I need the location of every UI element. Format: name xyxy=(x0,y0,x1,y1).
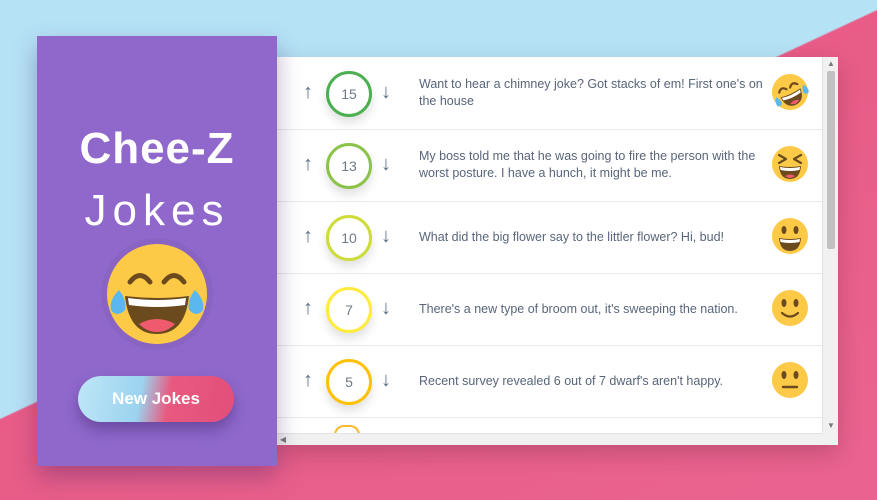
upvote-button[interactable]: ↑ xyxy=(298,369,318,391)
upvote-button[interactable]: ↑ xyxy=(298,225,318,247)
vote-count: 5 xyxy=(326,359,372,405)
downvote-button[interactable]: ↓ xyxy=(376,369,396,391)
scrollbar-corner xyxy=(822,433,838,445)
jokes-panel: ↑ 15 ↓ Want to hear a chimney joke? Got … xyxy=(276,57,838,445)
scroll-down-icon[interactable]: ▼ xyxy=(827,421,835,431)
app-title: Chee-Z xyxy=(79,124,235,173)
app-subtitle: Jokes xyxy=(84,186,230,235)
slight-smile-icon xyxy=(772,290,808,326)
downvote-button[interactable]: ↓ xyxy=(376,297,396,319)
sidebar: Chee-Z Jokes New Jokes xyxy=(37,36,277,466)
joke-row: ↑ 15 ↓ Want to hear a chimney joke? Got … xyxy=(276,57,822,130)
scrollbar-thumb[interactable] xyxy=(827,71,835,249)
downvote-button[interactable]: ↓ xyxy=(376,153,396,175)
joke-text: Recent survey revealed 6 out of 7 dwarf'… xyxy=(419,373,724,388)
next-vote-circle-partial xyxy=(334,425,360,433)
joke-text: What did the big flower say to the littl… xyxy=(419,229,725,244)
upvote-button[interactable]: ↑ xyxy=(298,81,318,103)
vote-count: 7 xyxy=(326,287,372,333)
vertical-scrollbar[interactable]: ▲ ▼ xyxy=(822,57,838,433)
new-jokes-button[interactable]: New Jokes xyxy=(78,376,234,422)
upvote-button[interactable]: ↑ xyxy=(298,297,318,319)
neutral-face-icon xyxy=(772,362,808,398)
downvote-button[interactable]: ↓ xyxy=(376,225,396,247)
joke-text: There's a new type of broom out, it's sw… xyxy=(419,301,738,316)
upvote-button[interactable]: ↑ xyxy=(298,153,318,175)
vote-count: 15 xyxy=(326,71,372,117)
vote-count: 10 xyxy=(326,215,372,261)
grinning-icon xyxy=(772,218,808,254)
scroll-up-icon[interactable]: ▲ xyxy=(827,59,835,69)
joke-row: ↑ 7 ↓ There's a new type of broom out, i… xyxy=(276,273,822,346)
joke-row: ↑ 10 ↓ What did the big flower say to th… xyxy=(276,201,822,274)
downvote-button[interactable]: ↓ xyxy=(376,81,396,103)
rolling-laughing-icon xyxy=(772,74,809,110)
scroll-left-icon[interactable]: ◀ xyxy=(279,435,287,445)
joke-row: ↑ 13 ↓ My boss told me that he was going… xyxy=(276,129,822,202)
joke-row: ↑ 5 ↓ Recent survey revealed 6 out of 7 … xyxy=(276,345,822,418)
squinting-laugh-icon xyxy=(772,146,808,182)
horizontal-scrollbar[interactable]: ◀ xyxy=(276,433,822,445)
laughing-tears-icon xyxy=(101,238,213,350)
joke-list[interactable]: ↑ 15 ↓ Want to hear a chimney joke? Got … xyxy=(276,57,822,433)
vote-count: 13 xyxy=(326,143,372,189)
joke-text: Want to hear a chimney joke? Got stacks … xyxy=(419,77,763,108)
joke-text: My boss told me that he was going to fir… xyxy=(419,149,756,180)
